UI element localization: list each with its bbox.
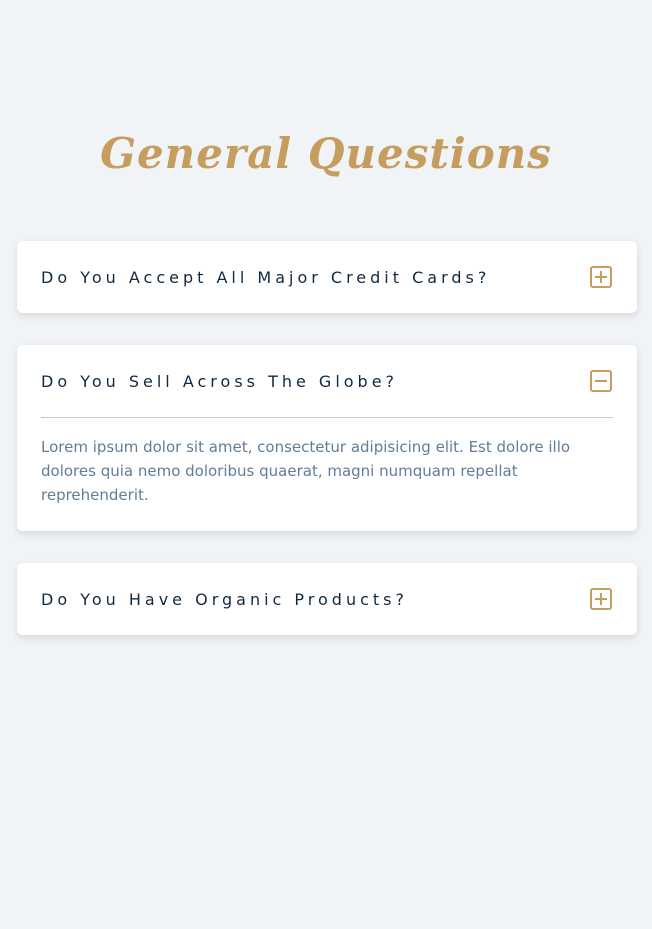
expand-button[interactable] (590, 266, 612, 288)
page-title: General Questions (100, 129, 552, 178)
faq-question: Do You Accept All Major Credit Cards? (41, 267, 491, 287)
collapse-button[interactable] (590, 370, 612, 392)
faq-answer: Lorem ipsum dolor sit amet, consectetur … (41, 438, 571, 504)
faq-header[interactable]: Do You Sell Across The Globe? (41, 345, 613, 417)
expand-button[interactable] (590, 588, 612, 610)
faq-question: Do You Sell Across The Globe? (41, 371, 399, 391)
plus-icon-vertical-bar (600, 593, 602, 605)
faq-header[interactable]: Do You Accept All Major Credit Cards? (41, 241, 613, 313)
faq-item: Do You Accept All Major Credit Cards? (17, 241, 637, 313)
faq-list: Do You Accept All Major Credit Cards? Do… (17, 241, 637, 667)
faq-header[interactable]: Do You Have Organic Products? (41, 563, 613, 635)
plus-icon-vertical-bar (600, 271, 602, 283)
minus-icon (595, 380, 607, 382)
faq-item: Do You Sell Across The Globe? Lorem ipsu… (17, 345, 637, 531)
faq-question: Do You Have Organic Products? (41, 589, 408, 609)
faq-item: Do You Have Organic Products? (17, 563, 637, 635)
